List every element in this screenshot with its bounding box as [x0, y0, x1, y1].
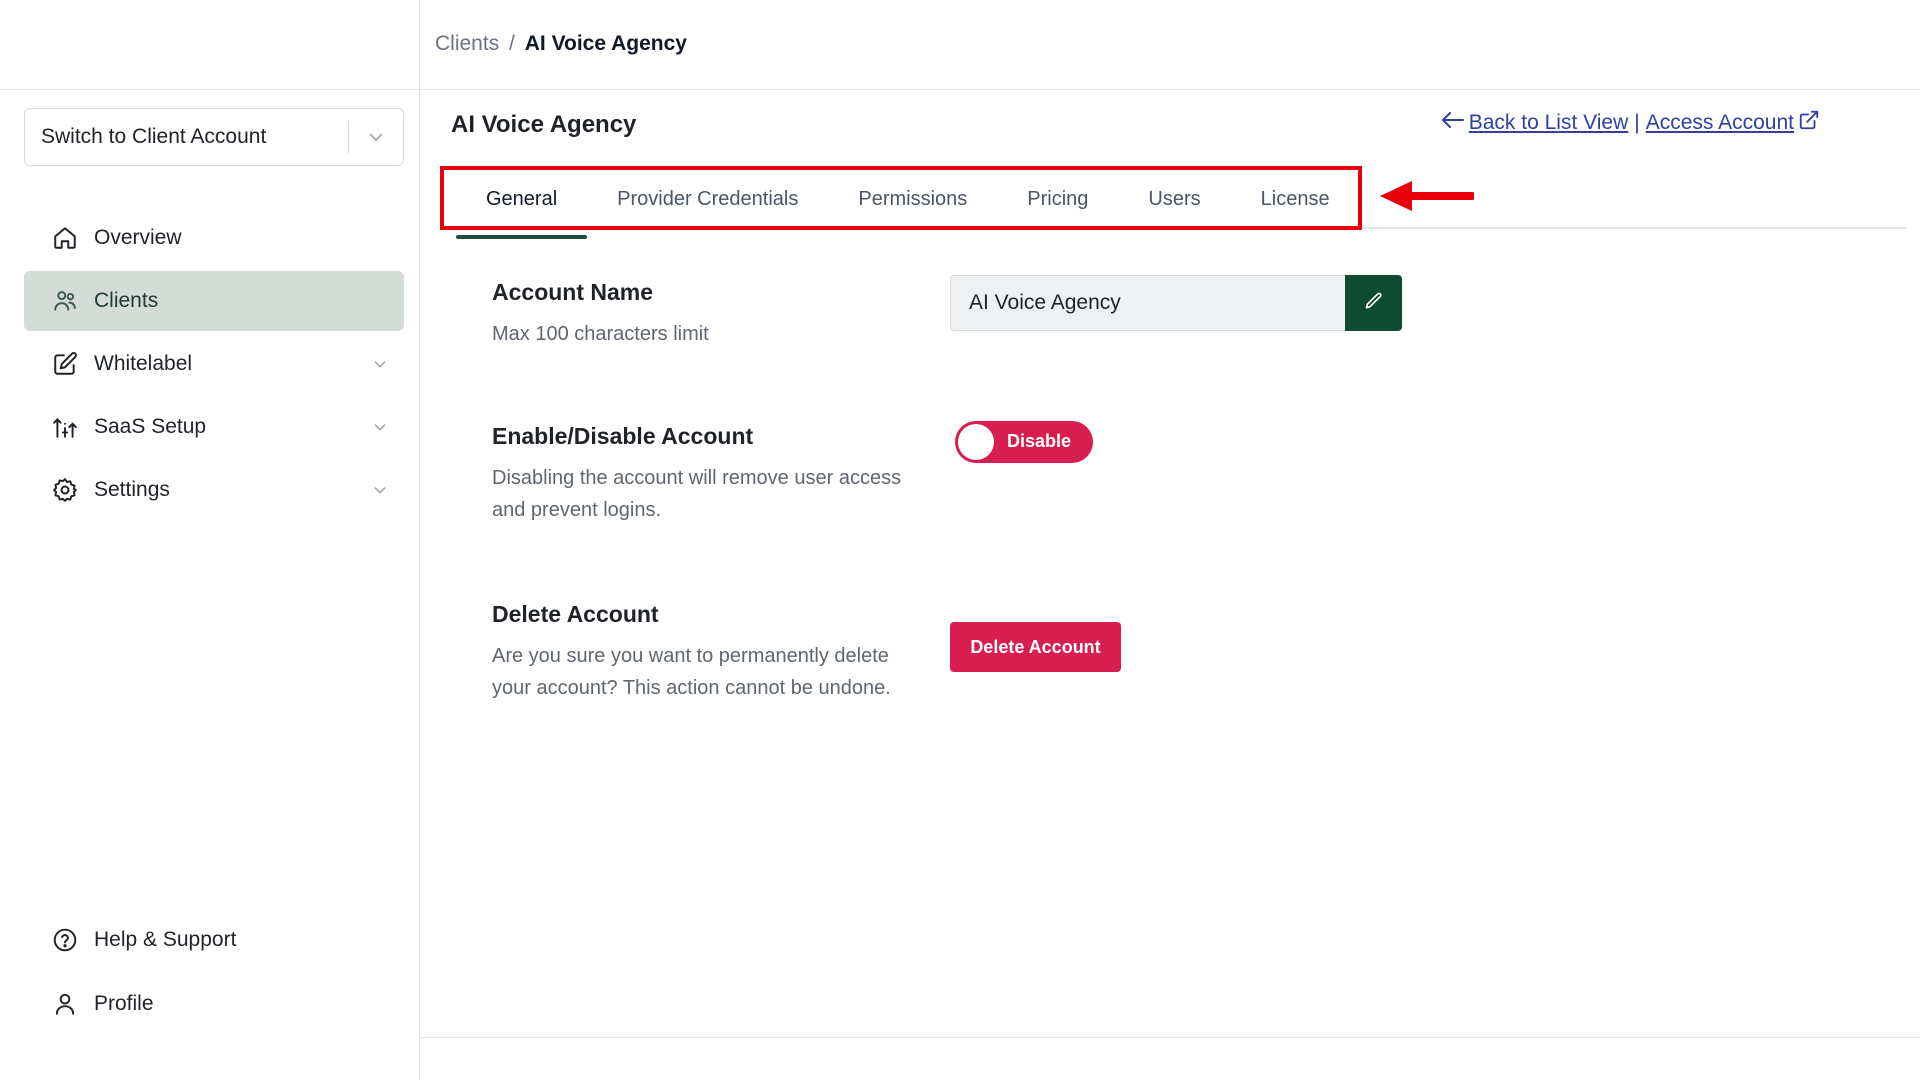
switch-client-account-select[interactable]: Switch to Client Account — [24, 108, 404, 166]
account-name-title: Account Name — [492, 279, 654, 305]
toggle-knob — [958, 424, 994, 460]
help-circle-icon — [50, 925, 80, 955]
links-separator: | — [1634, 111, 1640, 134]
sidebar-item-overview[interactable]: Overview — [24, 208, 404, 268]
switch-client-account-label: Switch to Client Account — [41, 125, 267, 148]
sidebar-item-clients[interactable]: Clients — [24, 271, 404, 331]
logo-area — [0, 0, 420, 90]
back-to-list-link[interactable]: Back to List View — [1469, 111, 1629, 135]
breadcrumb-separator: / — [509, 32, 515, 55]
sidebar-item-label: Profile — [94, 992, 154, 1015]
bottom-bar — [421, 1037, 1920, 1080]
account-name-section: Account Name Max 100 characters limit — [492, 279, 932, 350]
tab-permissions[interactable]: Permissions — [858, 171, 967, 227]
toggle-label: Disable — [1007, 431, 1072, 451]
account-status-toggle[interactable]: Disable — [955, 421, 1093, 463]
account-name-description: Max 100 characters limit — [492, 323, 709, 345]
sidebar-item-label: Whitelabel — [94, 352, 193, 375]
home-icon — [50, 223, 80, 253]
tab-provider-credentials[interactable]: Provider Credentials — [617, 171, 798, 227]
tab-general[interactable]: General — [455, 171, 588, 239]
tabs: General Provider Credentials Permissions… — [455, 171, 1330, 239]
delete-account-section: Delete Account Are you sure you want to … — [492, 601, 932, 704]
sidebar-item-label: Clients — [94, 289, 159, 312]
user-icon — [50, 989, 80, 1019]
sidebar-item-profile[interactable]: Profile — [24, 974, 404, 1034]
sidebar-item-help-support[interactable]: Help & Support — [24, 910, 404, 970]
breadcrumb-parent[interactable]: Clients — [435, 32, 499, 55]
enable-disable-section: Enable/Disable Account Disabling the acc… — [492, 423, 932, 526]
sidebar-item-whitelabel[interactable]: Whitelabel — [24, 334, 404, 394]
top-bar: Clients / AI Voice Agency — [0, 0, 1920, 90]
sidebar-bottom-nav: Help & Support Profile — [24, 910, 404, 1038]
sidebar-item-label: Overview — [94, 226, 182, 249]
breadcrumb: Clients / AI Voice Agency — [435, 32, 687, 56]
account-name-input[interactable] — [950, 275, 1345, 331]
external-link-icon[interactable] — [1798, 109, 1820, 137]
delete-account-title: Delete Account — [492, 601, 659, 627]
access-account-link[interactable]: Access Account — [1646, 111, 1794, 135]
sidebar-nav: Overview Clients Whitelabel SaaS Setup S… — [24, 208, 404, 523]
top-links: Back to List View | Access Account — [1441, 109, 1820, 137]
sidebar-item-label: Settings — [94, 478, 170, 501]
users-icon — [50, 286, 80, 316]
sidebar-item-saas-setup[interactable]: SaaS Setup — [24, 397, 404, 457]
edit-name-button[interactable] — [1345, 275, 1402, 331]
tab-pricing[interactable]: Pricing — [1027, 171, 1088, 227]
sidebar-item-label: SaaS Setup — [94, 415, 207, 438]
main-content: AI Voice Agency Back to List View | Acce… — [421, 91, 1920, 1037]
delete-account-button[interactable]: Delete Account — [950, 622, 1121, 672]
breadcrumb-current: AI Voice Agency — [524, 32, 687, 55]
account-name-field — [950, 275, 1402, 331]
saas-icon — [50, 412, 80, 442]
chevron-down-icon — [372, 480, 388, 504]
arrow-left-icon[interactable] — [1441, 110, 1465, 136]
page-title: AI Voice Agency — [451, 111, 637, 138]
chevron-down-icon — [372, 417, 388, 441]
sidebar-item-settings[interactable]: Settings — [24, 460, 404, 520]
annotation-arrow-icon — [1378, 179, 1476, 218]
enable-disable-title: Enable/Disable Account — [492, 423, 754, 449]
sidebar-item-label: Help & Support — [94, 928, 237, 951]
edit-square-icon — [50, 349, 80, 379]
tab-users[interactable]: Users — [1148, 171, 1200, 227]
tab-license[interactable]: License — [1261, 171, 1330, 227]
gear-icon — [50, 475, 80, 505]
sidebar: Switch to Client Account Overview Client… — [0, 90, 420, 1080]
pencil-icon — [1364, 291, 1384, 316]
chevron-down-icon[interactable] — [349, 128, 403, 146]
chevron-down-icon — [372, 354, 388, 378]
delete-account-description: Are you sure you want to permanently del… — [492, 645, 891, 699]
enable-disable-description: Disabling the account will remove user a… — [492, 467, 902, 521]
